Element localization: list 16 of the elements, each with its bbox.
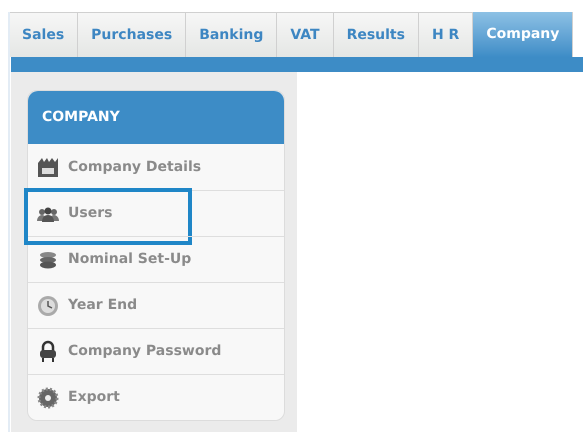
sidebar-item[interactable]: Company Details: [68, 156, 202, 178]
sidebar-title: COMPANY: [28, 91, 284, 144]
tab[interactable]: VAT: [277, 12, 334, 57]
gear-icon: [36, 386, 60, 410]
sidebar-item[interactable]: Export: [68, 387, 120, 408]
clock-icon: [36, 294, 60, 318]
tab[interactable]: Results: [334, 12, 419, 57]
sidebar-item[interactable]: Nominal Set-Up: [68, 249, 192, 270]
tab[interactable]: Company: [473, 12, 574, 57]
tab[interactable]: H R: [418, 12, 474, 57]
sidebar-item[interactable]: Year End: [68, 295, 138, 316]
tab[interactable]: Purchases: [78, 12, 186, 57]
tab[interactable]: Banking: [186, 12, 278, 57]
sidebar-item[interactable]: Users: [68, 203, 112, 224]
sidebar-item[interactable]: Company Password: [68, 341, 222, 362]
tab[interactable]: Sales: [9, 12, 78, 57]
